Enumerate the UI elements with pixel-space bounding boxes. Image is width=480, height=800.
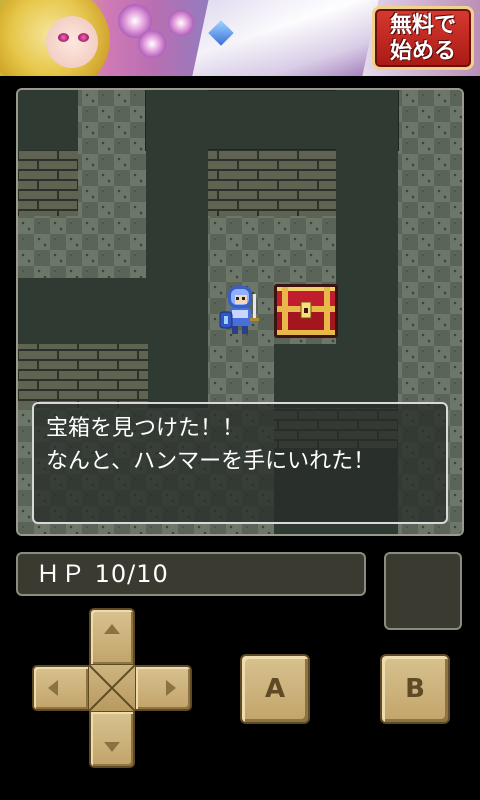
message-line-1: 宝箱を見つけた！！ [46, 416, 245, 441]
hp-display: ＨＰ 10/10 [16, 552, 366, 596]
item-slot[interactable] [384, 552, 462, 630]
ad-eye [78, 33, 89, 42]
down-arrow-icon [104, 742, 120, 752]
message-line-2: なんと、ハンマーを手にいれた！ [46, 449, 376, 474]
dpad-up-button[interactable] [89, 608, 135, 666]
ad-character-face [46, 16, 98, 68]
up-arrow-icon [104, 624, 120, 634]
ad-start-free-button[interactable]: 無料で 始める [372, 6, 474, 70]
dpad-center [89, 665, 135, 711]
b-button[interactable]: B [380, 654, 450, 724]
ad-banner[interactable]: 無料で 始める [0, 0, 480, 76]
dpad-center-cross [89, 665, 135, 711]
ad-flower [138, 30, 166, 58]
left-arrow-icon [48, 680, 58, 696]
ad-button-line2: 始める [389, 39, 456, 64]
message-window[interactable]: 宝箱を見つけた！！ なんと、ハンマーを手にいれた！ [32, 402, 448, 524]
a-button[interactable]: A [240, 654, 310, 724]
treasure-chest [274, 284, 338, 338]
right-arrow-icon [166, 680, 176, 696]
dpad-left-button[interactable] [32, 665, 90, 711]
dpad-right-button[interactable] [134, 665, 192, 711]
game-field[interactable]: 宝箱を見つけた！！ なんと、ハンマーを手にいれた！ [16, 88, 464, 536]
ad-eye [58, 33, 69, 42]
dpad-down-button[interactable] [89, 710, 135, 768]
ad-flower [168, 10, 194, 36]
ad-button-line1: 無料で [389, 13, 456, 38]
dpad [32, 608, 192, 768]
